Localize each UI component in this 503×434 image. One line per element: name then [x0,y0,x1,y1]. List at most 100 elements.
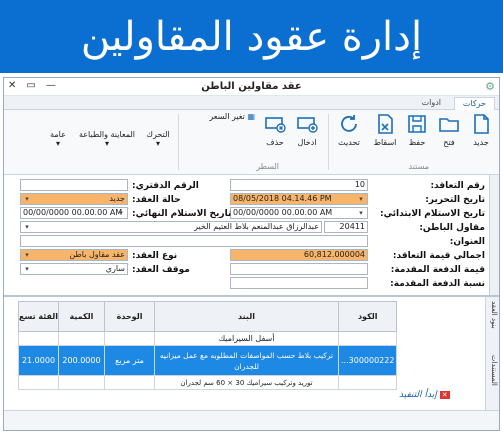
chevron-down-icon-5[interactable]: ▾ [356,208,366,218]
table-row[interactable]: توريد وتركيب سيراميك 30 × 60 سم لجدران [18,375,398,390]
open-label: فتح [443,138,455,147]
save-label: حفظ [408,138,426,147]
window-titlebar: ✕ ▭ — عقد مقاولين الباطن ⚙ [4,78,499,96]
row-unit [104,375,155,390]
row-code: 300000222... [337,345,398,376]
subcontractor-label: مقاول الباطن: [419,223,485,233]
advance-pct-field[interactable] [230,277,368,289]
row-unit [104,331,155,346]
row-qty: 200.0000 [58,345,105,376]
app-icon: ⚙ [485,80,495,93]
chevron-down-icon-10[interactable]: ▾ [22,264,32,274]
subcontractor-name-field[interactable]: عبدالرزاق عبدالمنعم بلاط العتيم الخير ▾ [20,221,322,233]
contract-type-value: عقد مقاول باطن [69,250,125,259]
drop-doc-icon [378,114,393,134]
address-field[interactable] [20,235,368,247]
total-value-label: اجمالي قيمة التعاقد: [392,251,485,261]
move-button[interactable]: التحرك ▾ [143,130,173,148]
chevron-down-icon-3: ▾ [55,139,60,148]
subcontractor-code-field[interactable]: 20411 [324,221,368,233]
row-price: 21.0000 [18,345,59,376]
contract-type-field[interactable]: عقد مقاول باطن ▾ [20,249,128,261]
chevron-down-icon-9[interactable]: ▾ [22,250,32,260]
close-icon[interactable]: ✕ [439,391,450,399]
edit-date-field[interactable]: 08/05/2018 04.14.46 PM ▾ [230,193,368,205]
advance-value-field[interactable] [230,263,368,275]
ribbon-separator [328,114,329,170]
col-code[interactable]: الكود [337,301,398,332]
preview-print-button[interactable]: المعاينة والطباعة ▾ [77,130,137,148]
delete-row-icon [265,117,286,133]
chevron-down-icon-7[interactable]: ▾ [22,194,32,204]
new-doc-icon [474,114,489,134]
initial-receipt-value: 00/00/0000 00.00.00 AM [233,208,333,217]
subcontractor-name-value: عبدالرزاق عبدالمنعم بلاط العتيم الخير [194,222,319,231]
contract-window: ✕ ▭ — عقد مقاولين الباطن ⚙ حركات ادوات ج… [3,77,500,431]
table-row[interactable]: أسفل السيراميك [18,331,398,346]
ribbon-tabs: حركات ادوات [4,96,499,110]
items-grid-area: الكود البند الوحدة الكمية الفئة تسع أسفل… [4,295,499,412]
general-button[interactable]: عامة ▾ [43,130,73,148]
row-price [18,375,59,390]
start-execution-link[interactable]: ✕إبدأ التنفيذ [399,390,450,400]
tab-contract-items[interactable]: بنود العقد [486,301,498,329]
group-document-label: مستند [408,162,429,171]
update-button[interactable]: تحديث [333,112,365,156]
new-button[interactable]: جديد [465,112,497,156]
tab-actions[interactable]: حركات [453,97,495,110]
open-button[interactable]: فتح [433,112,465,156]
col-price[interactable]: الفئة تسع [18,301,59,332]
chevron-down-icon-2: ▾ [104,139,109,148]
final-receipt-field[interactable]: 00/00/0000 00.00.00 AM ▾ [20,207,128,219]
row-price [18,331,59,346]
refresh-icon [341,115,357,132]
drop-label: اسقاط [373,138,397,147]
insert-button[interactable]: ادخال [291,112,323,156]
row-item: أسفل السيراميك [154,331,339,346]
price-change-label: تغير السعر [209,112,245,121]
book-no-field[interactable] [20,179,128,191]
delete-button[interactable]: حذف [259,112,291,156]
save-button[interactable]: حفظ [401,112,433,156]
row-qty [58,331,105,346]
price-change-button[interactable]: ▦ تغير السعر [209,112,255,121]
form-scrollbar[interactable] [489,175,499,295]
contract-status-value: جديد [109,194,125,203]
advance-value-label: قيمة الدفعة المقدمة: [390,265,485,275]
general-label: عامة [50,130,66,139]
row-qty [58,375,105,390]
initial-receipt-label: تاريخ الاستلام الابتدائي: [379,209,485,219]
chevron-down-icon-8[interactable]: ▾ [116,208,126,218]
chevron-down-icon-6[interactable]: ▾ [22,222,32,232]
initial-receipt-field[interactable]: 00/00/0000 00.00.00 AM ▾ [230,207,368,219]
col-qty[interactable]: الكمية [58,301,105,332]
row-code [337,331,398,346]
preview-label: المعاينة والطباعة [78,130,136,139]
total-value-field[interactable]: 60,812.000004 [230,249,368,261]
contract-stop-field[interactable]: ساري ▾ [20,263,128,275]
tab-documents[interactable]: المستندات [486,355,498,386]
drop-button[interactable]: اسقاط [369,112,401,156]
contract-no-label: رقم التعاقد: [430,181,485,191]
address-label: العنوان: [449,237,485,247]
banner-title: إدارة عقود المقاولين [80,14,423,60]
advance-pct-label: نسبة الدفعة المقدمة: [390,279,485,289]
group-line-label: السطر [256,162,279,171]
final-receipt-value: 00/00/0000 00.00.00 AM [23,208,123,217]
contract-status-field[interactable]: جديد ▾ [20,193,128,205]
move-label: التحرك [146,130,170,139]
insert-label: ادخال [297,138,317,147]
update-label: تحديث [338,138,360,147]
tab-tools[interactable]: ادوات [414,97,449,110]
contract-no-field[interactable]: 10 [230,179,368,191]
save-icon [408,115,426,133]
contract-form: رقم التعاقد: 10 تاريخ التحرير: 08/05/201… [4,175,499,295]
col-item[interactable]: البند [154,301,339,332]
table-row-selected[interactable]: 300000222... تركيب بلاط حسب المواصفات ال… [18,345,398,376]
col-unit[interactable]: الوحدة [104,301,155,332]
book-no-label: الرقم الدفتري: [132,181,199,191]
chevron-down-icon-4[interactable]: ▾ [356,194,366,204]
final-receipt-label: تاريخ الاستلام النهائي: [132,209,232,219]
row-item: تركيب بلاط حسب المواصفات المطلوبه مع عمل… [154,345,339,376]
row-item: توريد وتركيب سيراميك 30 × 60 سم لجدران [154,375,339,390]
